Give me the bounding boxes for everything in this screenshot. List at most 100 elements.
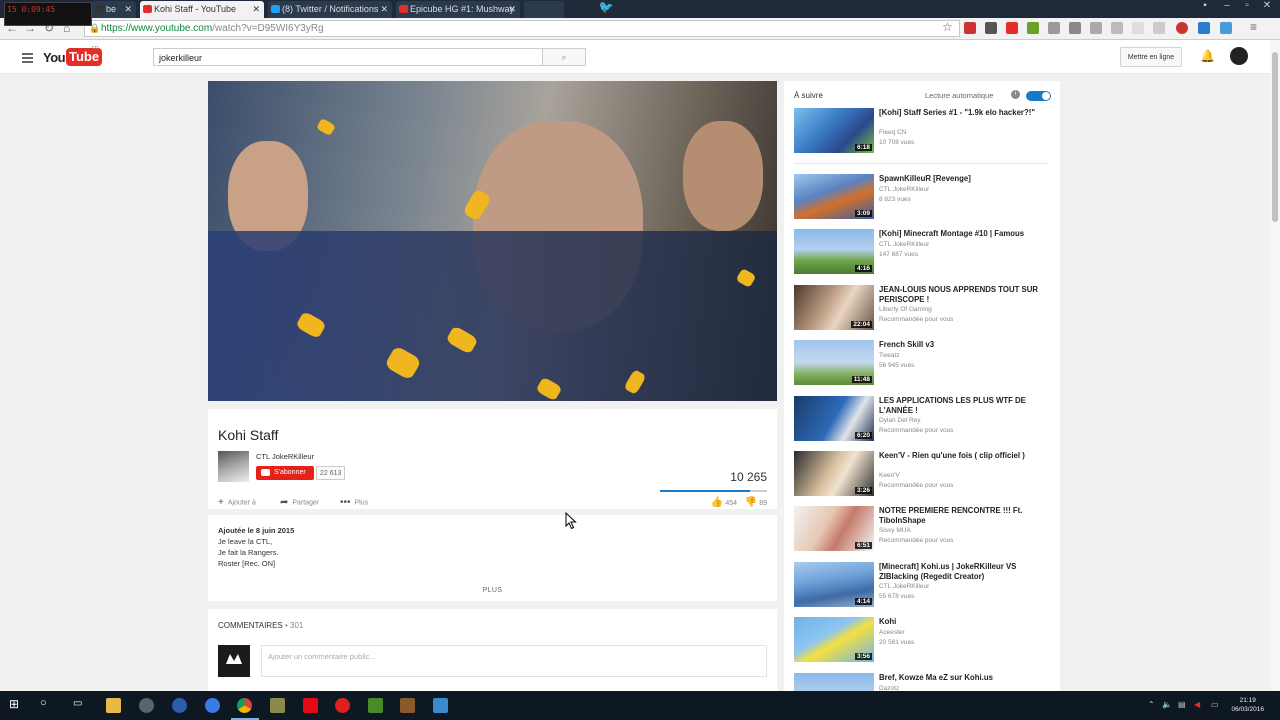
address-bar[interactable]: 🔒 https://www.youtube.com/watch?v=D95WI6… bbox=[84, 20, 960, 37]
extension-icon[interactable] bbox=[1111, 22, 1123, 34]
extension-icon[interactable] bbox=[1027, 22, 1039, 34]
extension-icon[interactable] bbox=[1220, 22, 1232, 34]
app-icon[interactable] bbox=[335, 698, 350, 713]
steam-icon[interactable] bbox=[139, 698, 154, 713]
action-center-icon[interactable]: ▭ bbox=[1211, 700, 1219, 709]
volume-icon[interactable]: 🔈 bbox=[1162, 700, 1172, 709]
related-video-title[interactable]: Bref, Kowze Ma eZ sur Kohi.us bbox=[879, 673, 1049, 683]
related-video-item[interactable]: 6:18 [Kohi] Staff Series #1 - "1.9k elo h… bbox=[794, 108, 1050, 156]
video-thumbnail[interactable]: 3:09 bbox=[794, 174, 874, 219]
comment-input[interactable]: Ajouter un commentaire public... bbox=[261, 645, 767, 677]
extension-icon[interactable] bbox=[1198, 22, 1210, 34]
user-profile-icon[interactable]: ▪ bbox=[1196, 0, 1214, 11]
related-video-item[interactable]: 11:48 French Skill v3 Tweatz 56 945 vues bbox=[794, 340, 1050, 388]
new-tab-button[interactable] bbox=[524, 1, 564, 18]
related-video-item[interactable]: 6:20 LES APPLICATIONS LES PLUS WTF DE L'A… bbox=[794, 396, 1050, 444]
video-thumbnail[interactable] bbox=[794, 673, 874, 691]
youtube-logo-you[interactable]: You bbox=[43, 50, 66, 65]
related-video-item[interactable]: 4:14 [Minecraft] Kohi.us | JokeRKilleur V… bbox=[794, 562, 1050, 610]
windows-start-icon[interactable]: ⊞ bbox=[9, 697, 24, 712]
minecraft-icon[interactable] bbox=[400, 698, 415, 713]
extension-icon[interactable] bbox=[1176, 22, 1188, 34]
app-icon[interactable] bbox=[172, 698, 187, 713]
extension-icon[interactable] bbox=[1048, 22, 1060, 34]
like-button[interactable]: 👍 454 bbox=[711, 497, 737, 508]
close-tab-icon[interactable]: ✕ bbox=[252, 4, 260, 15]
system-clock[interactable]: 21:19 06/03/2016 bbox=[1231, 696, 1264, 714]
app-icon[interactable] bbox=[205, 698, 220, 713]
browser-tab[interactable]: Epicube HG #1: Mushway ✕ bbox=[396, 1, 520, 18]
browser-menu-icon[interactable]: ≡ bbox=[1250, 20, 1257, 34]
video-thumbnail[interactable]: 3:26 bbox=[794, 451, 874, 496]
related-video-item[interactable]: 3:56 Kohi Aceester 20 581 vues bbox=[794, 617, 1050, 665]
close-tab-icon[interactable]: ✕ bbox=[124, 4, 132, 15]
related-video-title[interactable]: Keen'V - Rien qu'une fois ( clip officie… bbox=[879, 451, 1049, 461]
cortana-icon[interactable]: ○ bbox=[40, 697, 55, 712]
notifications-bell-icon[interactable]: 🔔 bbox=[1200, 49, 1215, 63]
more-actions-button[interactable]: ••• Plus bbox=[340, 497, 368, 508]
guide-menu-icon[interactable] bbox=[22, 53, 33, 65]
app-icon[interactable] bbox=[270, 698, 285, 713]
related-video-item[interactable]: 6:51 NOTRE PREMIERE RENCONTRE !!! Ft. Tib… bbox=[794, 506, 1050, 554]
chrome-icon[interactable] bbox=[237, 698, 252, 713]
minimize-icon[interactable]: – bbox=[1218, 0, 1236, 11]
video-thumbnail[interactable]: 4:14 bbox=[794, 562, 874, 607]
video-thumbnail[interactable]: 11:48 bbox=[794, 340, 874, 385]
video-thumbnail[interactable]: 22:04 bbox=[794, 285, 874, 330]
upload-button[interactable]: Mettre en ligne bbox=[1120, 47, 1182, 67]
file-explorer-icon[interactable] bbox=[106, 698, 121, 713]
related-video-title[interactable]: [Minecraft] Kohi.us | JokeRKilleur VS ZI… bbox=[879, 562, 1049, 581]
browser-tab-active[interactable]: Kohi Staff - YouTube ✕ bbox=[140, 1, 264, 18]
browser-tab[interactable]: (8) Twitter / Notifications ✕ bbox=[268, 1, 392, 18]
share-button[interactable]: ➦ Partager bbox=[280, 497, 319, 508]
extension-icon[interactable] bbox=[1132, 22, 1144, 34]
related-video-title[interactable]: French Skill v3 bbox=[879, 340, 1049, 350]
show-more-button[interactable]: PLUS bbox=[208, 587, 777, 594]
tray-app-icon[interactable]: ◀ bbox=[1194, 700, 1200, 709]
tray-chevron-icon[interactable]: ⌃ bbox=[1148, 700, 1155, 709]
extension-icon[interactable] bbox=[1069, 22, 1081, 34]
video-thumbnail[interactable]: 3:56 bbox=[794, 617, 874, 662]
app-icon[interactable] bbox=[433, 698, 448, 713]
related-video-item[interactable]: 4:16 [Kohi] Minecraft Montage #10 | Famou… bbox=[794, 229, 1050, 277]
add-to-button[interactable]: + Ajouter à bbox=[218, 497, 256, 508]
subscribe-button[interactable]: S'abonner bbox=[256, 466, 314, 480]
app-icon[interactable] bbox=[368, 698, 383, 713]
channel-avatar[interactable] bbox=[218, 451, 249, 482]
related-video-title[interactable]: JEAN-LOUIS NOUS APPRENDS TOUT SUR PERISC… bbox=[879, 285, 1049, 304]
task-view-icon[interactable]: ▭ bbox=[73, 698, 88, 713]
related-video-item[interactable]: 22:04 JEAN-LOUIS NOUS APPRENDS TOUT SUR P… bbox=[794, 285, 1050, 333]
related-video-title[interactable]: [Kohi] Minecraft Montage #10 | Famous bbox=[879, 229, 1049, 239]
related-video-item[interactable]: Bref, Kowze Ma eZ sur Kohi.us Dazotz bbox=[794, 673, 1050, 691]
network-icon[interactable]: ▤ bbox=[1178, 700, 1186, 709]
related-video-title[interactable]: SpawnKilleuR [Revenge] bbox=[879, 174, 1049, 184]
related-video-title[interactable]: NOTRE PREMIERE RENCONTRE !!! Ft. TiboInS… bbox=[879, 506, 1049, 525]
search-input[interactable]: jokerkilleur bbox=[153, 48, 543, 66]
account-avatar[interactable] bbox=[1230, 47, 1248, 65]
browser-tab[interactable]: be ✕ bbox=[92, 1, 136, 18]
related-video-item[interactable]: 3:09 SpawnKilleuR [Revenge] CTL JokeRKille… bbox=[794, 174, 1050, 222]
scrollbar-thumb[interactable] bbox=[1272, 52, 1278, 222]
related-video-title[interactable]: Kohi bbox=[879, 617, 1049, 627]
extension-icon[interactable] bbox=[1006, 22, 1018, 34]
dislike-button[interactable]: 👎 89 bbox=[745, 497, 767, 508]
video-player[interactable] bbox=[208, 81, 777, 401]
video-thumbnail[interactable]: 6:18 bbox=[794, 108, 874, 153]
bookmark-star-icon[interactable]: ☆ bbox=[942, 20, 953, 34]
close-tab-icon[interactable]: ✕ bbox=[508, 4, 516, 15]
related-video-title[interactable]: LES APPLICATIONS LES PLUS WTF DE L'ANNÉE… bbox=[879, 396, 1049, 415]
extension-icon[interactable] bbox=[1153, 22, 1165, 34]
channel-name[interactable]: CTL JokeRKilleur bbox=[256, 452, 314, 461]
video-thumbnail[interactable]: 6:51 bbox=[794, 506, 874, 551]
extension-icon[interactable] bbox=[964, 22, 976, 34]
autoplay-toggle[interactable] bbox=[1026, 91, 1051, 101]
extension-icon[interactable] bbox=[985, 22, 997, 34]
close-window-icon[interactable]: ✕ bbox=[1258, 0, 1276, 11]
info-icon[interactable]: i bbox=[1011, 90, 1020, 99]
video-thumbnail[interactable]: 4:16 bbox=[794, 229, 874, 274]
related-video-title[interactable]: [Kohi] Staff Series #1 - "1.9k elo hacke… bbox=[879, 108, 1049, 118]
maximize-icon[interactable]: ▫ bbox=[1238, 0, 1256, 11]
page-scrollbar[interactable] bbox=[1270, 40, 1280, 691]
video-thumbnail[interactable]: 6:20 bbox=[794, 396, 874, 441]
netflix-icon[interactable] bbox=[303, 698, 318, 713]
